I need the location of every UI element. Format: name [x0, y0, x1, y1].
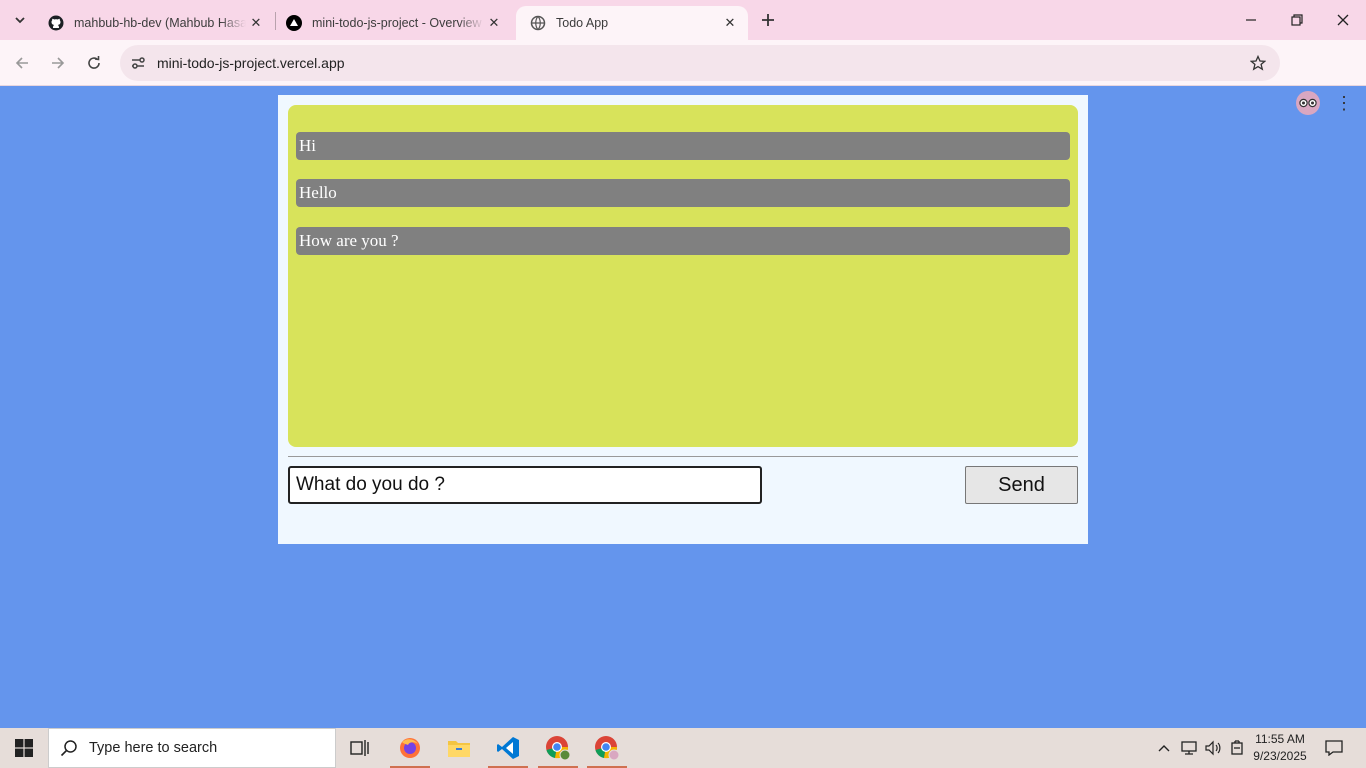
close-icon — [1337, 14, 1349, 26]
restore-icon — [1291, 14, 1303, 26]
search-icon — [49, 739, 89, 757]
vscode-icon[interactable] — [484, 728, 532, 768]
todo-app-container: Hi Hello How are you ? Send — [278, 95, 1088, 544]
todo-input[interactable] — [288, 466, 762, 504]
address-bar[interactable]: mini-todo-js-project.vercel.app — [120, 45, 1280, 81]
windows-logo-icon — [15, 739, 33, 757]
close-window-button[interactable] — [1320, 0, 1366, 40]
tab-title: Todo App — [556, 16, 609, 30]
back-arrow-icon — [15, 57, 28, 69]
todo-item: How are you ? — [296, 227, 1070, 255]
site-info-icon[interactable] — [128, 53, 148, 73]
github-icon — [48, 15, 64, 31]
forward-arrow-icon — [52, 57, 65, 69]
file-explorer-icon[interactable] — [435, 728, 483, 768]
tab-github[interactable]: mahbub-hb-dev (Mahbub Hasan) ✕ — [34, 6, 274, 40]
tab-title: mahbub-hb-dev (Mahbub Hasan) — [74, 16, 246, 30]
show-hidden-icons-icon[interactable] — [1154, 728, 1174, 768]
divider — [288, 456, 1078, 457]
start-button[interactable] — [0, 728, 48, 768]
plus-icon — [762, 14, 774, 26]
reload-icon — [88, 56, 100, 69]
tab-vercel[interactable]: mini-todo-js-project - Overview ✕ — [272, 6, 512, 40]
clock-date: 9/23/2025 — [1253, 749, 1307, 763]
minimize-icon — [1246, 19, 1256, 21]
globe-icon — [530, 15, 546, 31]
browser-tab-strip: mahbub-hb-dev (Mahbub Hasan) ✕ mini-todo… — [0, 0, 1366, 40]
browser-toolbar: mini-todo-js-project.vercel.app ⋮ — [0, 40, 1366, 115]
battery-icon[interactable] — [1226, 728, 1248, 768]
restore-button[interactable] — [1274, 0, 1320, 40]
new-tab-button[interactable] — [756, 8, 780, 32]
windows-taskbar: Type here to search 11:55 AM 9/23/2025 — [0, 728, 1366, 768]
reload-button[interactable] — [79, 48, 109, 78]
forward-button[interactable] — [43, 48, 73, 78]
close-tab-icon[interactable]: ✕ — [246, 13, 266, 33]
browser-menu-icon[interactable]: ⋮ — [1334, 90, 1354, 116]
tab-search-button[interactable] — [6, 8, 34, 32]
todo-list: Hi Hello How are you ? — [288, 105, 1078, 447]
url-text: mini-todo-js-project.vercel.app — [157, 55, 345, 71]
profile-avatar-icon[interactable] — [1296, 91, 1320, 115]
system-clock[interactable]: 11:55 AM 9/23/2025 — [1250, 731, 1310, 765]
minimize-button[interactable] — [1228, 0, 1274, 40]
tab-title: mini-todo-js-project - Overview — [312, 16, 482, 30]
close-tab-icon[interactable]: ✕ — [720, 13, 740, 33]
taskbar-search-box[interactable]: Type here to search — [48, 728, 336, 768]
search-placeholder: Type here to search — [89, 740, 218, 756]
back-button[interactable] — [7, 48, 37, 78]
task-view-icon[interactable] — [336, 728, 384, 768]
todo-item: Hello — [296, 179, 1070, 207]
todo-item: Hi — [296, 132, 1070, 160]
network-icon[interactable] — [1178, 728, 1200, 768]
tab-todo-app[interactable]: Todo App ✕ — [516, 6, 748, 40]
close-tab-icon[interactable]: ✕ — [484, 13, 504, 33]
notification-icon[interactable] — [1318, 728, 1350, 768]
volume-icon[interactable] — [1202, 728, 1224, 768]
firefox-icon[interactable] — [386, 728, 434, 768]
send-button[interactable]: Send — [965, 466, 1078, 504]
chevron-down-icon — [15, 17, 25, 24]
clock-time: 11:55 AM — [1255, 732, 1305, 746]
bookmark-star-icon[interactable] — [1248, 53, 1268, 73]
chrome-icon[interactable] — [534, 728, 582, 768]
vercel-icon — [286, 15, 302, 31]
chrome-profile-icon[interactable] — [583, 728, 631, 768]
